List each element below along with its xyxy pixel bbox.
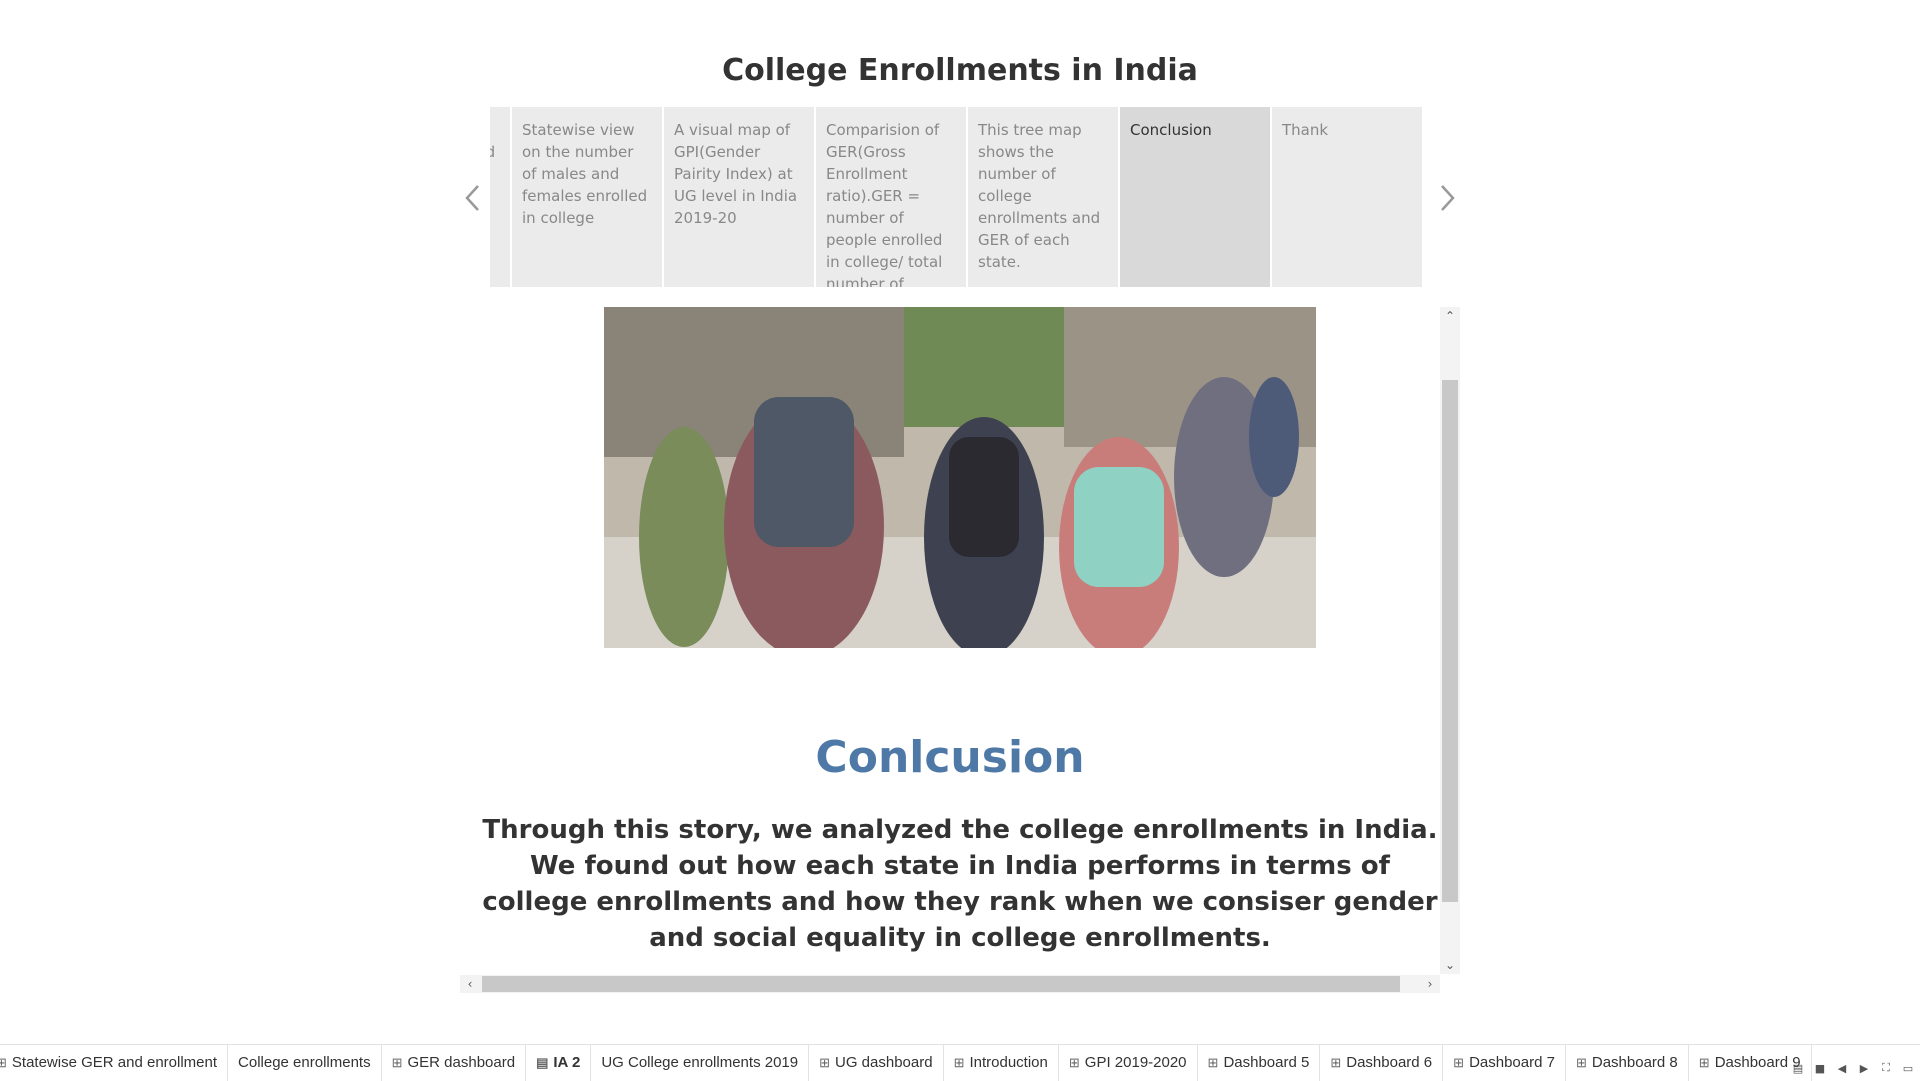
scroll-left-icon[interactable]: ‹ — [460, 975, 480, 993]
sheet-tab[interactable]: ⊞ Dashboard 8 — [1566, 1045, 1689, 1081]
dashboard-icon: ⊞ — [1698, 1055, 1710, 1070]
sheet-tab-label: GPI 2019-2020 — [1084, 1054, 1187, 1071]
story-content: Conlcusion Through this story, we analyz… — [460, 307, 1440, 975]
sheet-tab-bar: ⊞Statewise GER and enrollmentCollege enr… — [0, 1044, 1920, 1081]
sheet-tab[interactable]: ⊞ GPI 2019-2020 — [1059, 1045, 1198, 1081]
vertical-scrollbar[interactable]: ⌃ ⌄ — [1440, 307, 1460, 974]
story-point[interactable]: Comparision of GER(Gross Enrollment rati… — [816, 107, 966, 287]
story-icon: ▤ — [536, 1055, 549, 1070]
story-point[interactable]: The number of females enrolled in colleg… — [490, 107, 510, 287]
dashboard-icon: ⊞ — [1575, 1055, 1587, 1070]
sheet-tab[interactable]: ⊞ Introduction — [944, 1045, 1059, 1081]
dashboard-icon: ⊞ — [1068, 1055, 1080, 1070]
sheet-tab-label: Dashboard 6 — [1346, 1054, 1433, 1071]
sheet-tab[interactable]: College enrollments — [228, 1045, 382, 1081]
dashboard-icon: ⊞ — [1453, 1055, 1465, 1070]
sheet-tab[interactable]: ⊞ GER dashboard — [382, 1045, 527, 1081]
sheet-tab-label: Introduction — [969, 1054, 1048, 1071]
sheet-tab[interactable]: UG College enrollments 2019 — [591, 1045, 810, 1081]
sheet-tab-label: IA 2 — [553, 1054, 581, 1071]
presentation-icon[interactable]: ▭ — [1900, 1062, 1916, 1075]
dashboard-icon: ⊞ — [953, 1055, 965, 1070]
scroll-right-icon[interactable]: › — [1420, 975, 1440, 993]
sheet-tab-label: Dashboard 9 — [1714, 1054, 1801, 1071]
sheet-tab[interactable]: ▤ IA 2 — [526, 1045, 592, 1081]
story-point[interactable]: Conclusion — [1120, 107, 1270, 287]
sheet-tab[interactable]: ⊞ Dashboard 6 — [1320, 1045, 1444, 1081]
previous-story-point-button[interactable] — [458, 178, 488, 218]
chevron-left-icon — [465, 185, 479, 211]
show-tabs-icon[interactable]: ■ — [1812, 1062, 1828, 1075]
sheet-tab[interactable]: ⊞ UG dashboard — [809, 1045, 944, 1081]
horizontal-scrollbar[interactable]: ‹ › — [460, 975, 1440, 993]
tab-right-icon[interactable]: ▶ — [1856, 1062, 1872, 1075]
story-title: College Enrollments in India — [722, 53, 1198, 88]
sheet-tab-label: Statewise GER and enrollment — [11, 1054, 218, 1071]
chevron-right-icon — [1441, 185, 1455, 211]
vertical-scroll-thumb[interactable] — [1442, 380, 1458, 902]
dashboard-icon: ⊞ — [0, 1045, 7, 1081]
horizontal-scroll-thumb[interactable] — [482, 976, 1400, 992]
tab-bar-controls: ▤ ■ ◀ ▶ ⛶ ▭ — [1790, 1058, 1916, 1078]
story-navigator: The number of females enrolled in colleg… — [490, 107, 1430, 287]
story-point[interactable]: This tree map shows the number of colleg… — [968, 107, 1118, 287]
sheet-tab-label: UG dashboard — [835, 1054, 933, 1071]
sheet-tab-label: College enrollments — [238, 1054, 371, 1071]
sheet-tab[interactable]: ⊞Statewise GER and enrollment — [0, 1045, 229, 1081]
dashboard-icon: ⊞ — [1207, 1055, 1219, 1070]
scroll-up-icon[interactable]: ⌃ — [1440, 307, 1460, 325]
next-story-point-button[interactable] — [1432, 178, 1462, 218]
show-filmstrip-icon[interactable]: ▤ — [1790, 1062, 1806, 1075]
dashboard-icon: ⊞ — [1330, 1055, 1342, 1070]
students-photo — [604, 307, 1316, 648]
scroll-down-icon[interactable]: ⌄ — [1440, 956, 1460, 974]
story-point[interactable]: Thank — [1272, 107, 1422, 287]
sheet-tab-label: UG College enrollments 2019 — [601, 1054, 799, 1071]
conclusion-heading: Conlcusion — [815, 732, 1085, 783]
story-point[interactable]: A visual map of GPI(Gender Pairity Index… — [664, 107, 814, 287]
dashboard-icon: ⊞ — [391, 1055, 403, 1070]
sheet-tab-label: Dashboard 7 — [1469, 1054, 1555, 1071]
sheet-tab-label: Dashboard 5 — [1223, 1054, 1310, 1071]
sheet-tab[interactable]: ⊞ Dashboard 5 — [1198, 1045, 1321, 1081]
dashboard-icon: ⊞ — [819, 1055, 831, 1070]
story-point[interactable]: Statewise view on the number of males an… — [512, 107, 662, 287]
sheet-tab-label: GER dashboard — [407, 1054, 516, 1071]
fullscreen-icon[interactable]: ⛶ — [1878, 1061, 1894, 1075]
sheet-tab-label: Dashboard 8 — [1591, 1054, 1678, 1071]
tab-left-icon[interactable]: ◀ — [1834, 1062, 1850, 1075]
conclusion-text: Through this story, we analyzed the coll… — [482, 815, 1438, 953]
sheet-tab[interactable]: ⊞ Dashboard 7 — [1443, 1045, 1566, 1081]
